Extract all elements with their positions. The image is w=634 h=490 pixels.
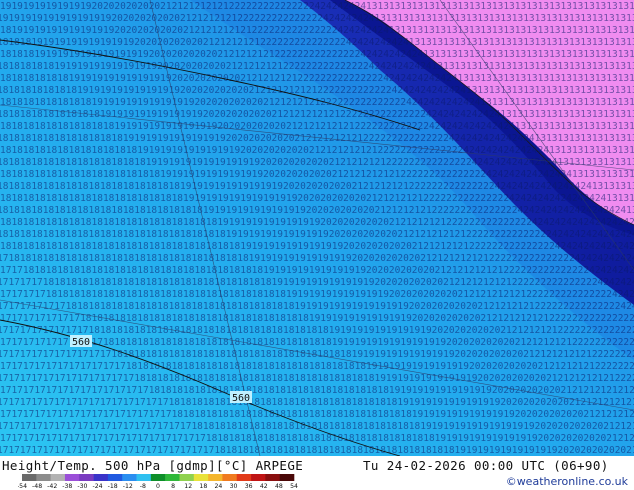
- legend-swatch: [122, 474, 137, 481]
- contour-label-1: 560: [70, 335, 92, 348]
- field-number-row: 1818181818181819191919191919191920202020…: [0, 85, 634, 96]
- legend-tick-label: -8: [140, 483, 146, 489]
- map-title: Height/Temp. 500 hPa [gdmp][°C] ARPEGE: [2, 458, 304, 473]
- legend-tick-label: -54: [18, 483, 27, 489]
- field-number-row: 1718181818181818181818181818181818181818…: [0, 253, 634, 264]
- valid-time: Tu 24-02-2026 00:00 UTC (06+90): [363, 458, 609, 473]
- legend-tick-label: 42: [260, 483, 268, 489]
- field-number-row: 1818181818181818181818181818181819191919…: [0, 181, 634, 192]
- field-number-row: 1919191919191919202020202020212121212121…: [0, 1, 634, 12]
- field-number-row: 1818181818181818181818181919191919191919…: [0, 145, 634, 156]
- legend-tick-label: -18: [108, 483, 118, 489]
- legend-tick-label: 8: [171, 483, 175, 489]
- field-number-row: 1818181818181818181818181818181818181819…: [0, 217, 634, 228]
- legend-tick-label: -48: [32, 483, 42, 489]
- legend-swatch: [165, 474, 180, 481]
- field-number-row: 1818181818181818181818181818181818181818…: [0, 229, 634, 240]
- legend-swatch: [79, 474, 94, 481]
- field-number-row: 1919191919191919191920202020202021212121…: [0, 13, 634, 24]
- contour-label-text: 560: [232, 393, 250, 404]
- legend-swatch: [279, 474, 295, 481]
- field-number-row: 1818181818181818181818181818181818181818…: [0, 241, 634, 252]
- legend-tick-label: 30: [230, 483, 238, 489]
- field-number-row: 1819191919191919191920202020202021212121…: [0, 25, 634, 36]
- field-number-row: 1818181818181919191919191919192020202020…: [0, 73, 634, 84]
- field-number-row: 1717171717171717171717171818181818181818…: [0, 373, 634, 384]
- field-number-row: 1717171717171717171717171717171717181818…: [0, 421, 634, 432]
- legend-tick-label: -12: [123, 483, 133, 489]
- legend-tick-label: 0: [156, 483, 160, 489]
- legend-swatch: [251, 474, 266, 481]
- field-number-row: 1717171717171717171717171718181818181818…: [0, 385, 634, 396]
- field-number-row: 1818181818181818181818181818191919191919…: [0, 169, 634, 180]
- legend-swatch: [107, 474, 123, 481]
- weather-map[interactable]: 1919191919191919202020202020212121212121…: [0, 0, 634, 456]
- field-number-row: 1717171717171818181818181818181818181818…: [0, 301, 634, 312]
- field-number-row: 1717171717171717171717171717171717171818…: [0, 433, 634, 444]
- legend-tick-label: 18: [199, 483, 207, 489]
- field-number-row: 1717171717171718181818181818181818181818…: [0, 313, 634, 324]
- field-number-row: 1717171717171717171718181818181818181818…: [0, 349, 634, 360]
- legend-swatch: [208, 474, 223, 481]
- legend-tick-label: -42: [47, 483, 57, 489]
- field-number-row: 1818181818181818181818181818181818181919…: [0, 205, 634, 216]
- legend-tick-label: 54: [290, 483, 298, 489]
- field-number-row: 1717171717171717171717181818181818181818…: [0, 361, 634, 372]
- map-panel[interactable]: 1919191919191919202020202020212121212121…: [0, 0, 634, 456]
- legend-swatch: [50, 474, 66, 481]
- legend-swatch: [150, 474, 166, 481]
- color-legend: -54 -48 -42 -38 -30 -24 -18 -12 -8 0 8 12 18 24 30 36 42…: [18, 474, 298, 489]
- field-number-row: 1717171717171717171717171717171818181818…: [0, 409, 634, 420]
- field-number-row: 1818181818191919191919191919202020202020…: [0, 61, 634, 72]
- field-number-row: 1818181818181818181818181819191919191919…: [0, 157, 634, 168]
- field-number-row: 1818181818181818181818181818181819191919…: [0, 193, 634, 204]
- contour-label-text: 560: [72, 337, 90, 348]
- field-number-row: 1717171717171717171717171717171818181818…: [0, 397, 634, 408]
- legend-tick-label: 24: [215, 483, 223, 489]
- legend-swatch: [93, 474, 109, 481]
- legend-tick-label: -38: [62, 483, 72, 489]
- field-number-row: 1717171717171717171717171717171717171718…: [0, 445, 634, 456]
- legend-swatch: [22, 474, 37, 481]
- legend-tick-label: -30: [77, 483, 87, 489]
- legend-tick-label: 36: [245, 483, 253, 489]
- contour-label-2: 560: [230, 391, 252, 404]
- legend-tick-labels: -54 -48 -42 -38 -30 -24 -18 -12 -8 0 8 12 18 24 30 36 42…: [18, 483, 298, 489]
- legend-swatch: [64, 474, 80, 481]
- legend-swatch: [179, 474, 195, 481]
- legend-tick-label: -24: [93, 483, 103, 489]
- legend-swatch: [36, 474, 51, 481]
- field-number-row: 1717171718181818181818181818181818181818…: [0, 289, 634, 300]
- legend-tick-label: 48: [275, 483, 283, 489]
- legend-swatch: [236, 474, 252, 481]
- legend-swatch: [265, 474, 280, 481]
- field-number-row: 1717171718181818181818181818181818181818…: [0, 277, 634, 288]
- credit-link[interactable]: ©weatheronline.co.uk: [506, 475, 628, 488]
- field-number-row: 1818181818181818181818191919191919191919…: [0, 133, 634, 144]
- legend-swatches: [22, 474, 295, 481]
- map-footer: Height/Temp. 500 hPa [gdmp][°C] ARPEGE T…: [0, 456, 634, 490]
- field-number-row: 1818181919191919191919191920202020202021…: [0, 49, 634, 60]
- legend-swatch: [193, 474, 209, 481]
- field-number-row: 1818181818181818181819191919191919191920…: [0, 121, 634, 132]
- field-number-layer: 1919191919191919202020202020212121212121…: [0, 1, 634, 456]
- field-number-row: 1818181919191919191919192020202020202121…: [0, 37, 634, 48]
- legend-swatch: [136, 474, 152, 481]
- field-number-row: 1717181818181818181818181818181818181818…: [0, 265, 634, 276]
- field-number-row: 1717171717171717171818181818181818181818…: [0, 337, 634, 348]
- legend-tick-label: 12: [184, 483, 192, 489]
- legend-swatch: [222, 474, 238, 481]
- field-number-row: 1717171717171717181818181818181818181818…: [0, 325, 634, 336]
- field-number-row: 1818181818181818191919191919191919202020…: [0, 97, 634, 108]
